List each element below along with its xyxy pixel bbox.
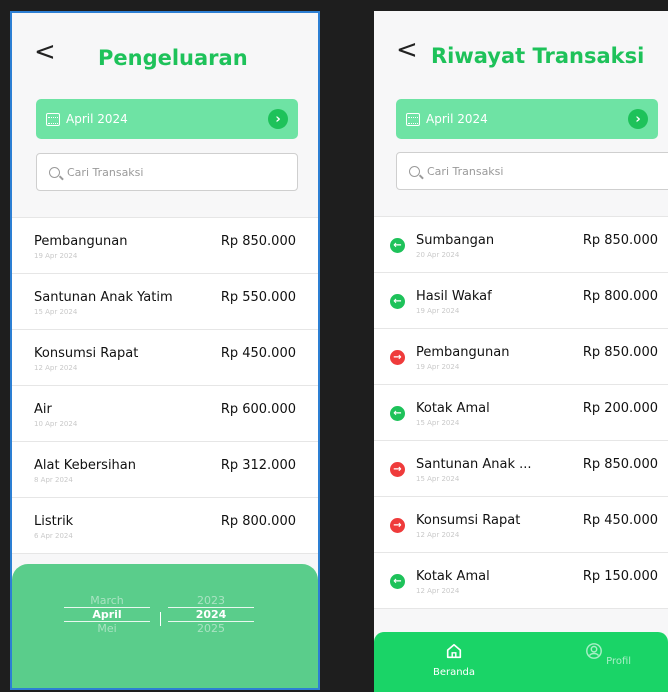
- arrow-right-icon: →: [390, 350, 405, 365]
- picker-month-next[interactable]: Mei: [64, 622, 150, 635]
- item-date: 19 Apr 2024: [416, 363, 460, 371]
- month-selector[interactable]: April 2024 ›: [36, 99, 298, 139]
- item-amount: Rp 850.000: [582, 233, 658, 248]
- list-item[interactable]: ← Hasil Wakaf 19 Apr 2024 Rp 800.000: [374, 273, 668, 329]
- search-icon: [409, 165, 420, 177]
- item-date: 10 Apr 2024: [34, 420, 78, 428]
- item-name: Sumbangan: [416, 233, 495, 248]
- month-wheel[interactable]: March April Mei: [64, 594, 150, 635]
- item-date: 15 Apr 2024: [34, 308, 78, 316]
- nav-label: Profil: [606, 656, 632, 667]
- page-title: Pengeluaran: [98, 46, 248, 70]
- list-item[interactable]: ← Sumbangan 20 Apr 2024 Rp 850.000: [374, 217, 668, 273]
- chevron-right-icon[interactable]: ›: [268, 109, 288, 129]
- nav-beranda[interactable]: Beranda: [424, 642, 484, 678]
- back-button[interactable]: <: [34, 39, 56, 65]
- back-button[interactable]: <: [396, 37, 418, 63]
- item-amount: Rp 850.000: [582, 345, 658, 360]
- expenses-screen: < Pengeluaran April 2024 › Cari Transaks…: [10, 11, 320, 690]
- item-name: Alat Kebersihan: [34, 458, 137, 473]
- picker-month-prev[interactable]: March: [64, 594, 150, 607]
- month-year-picker[interactable]: March April Mei 2023 2024 2025: [12, 564, 318, 688]
- item-name: Pembangunan: [34, 234, 128, 249]
- list-item[interactable]: ← Kotak Amal 15 Apr 2024 Rp 200.000: [374, 385, 668, 441]
- picker-year-next[interactable]: 2025: [168, 622, 254, 635]
- item-date: 19 Apr 2024: [416, 307, 460, 315]
- screen-stage: < Pengeluaran April 2024 › Cari Transaks…: [0, 0, 668, 692]
- item-date: 15 Apr 2024: [416, 475, 460, 483]
- item-amount: Rp 450.000: [582, 513, 658, 528]
- expense-list: Pembangunan 19 Apr 2024 Rp 850.000 Santunan…: [12, 217, 318, 554]
- list-item[interactable]: Pembangunan 19 Apr 2024 Rp 850.000: [12, 218, 318, 274]
- search-icon: [49, 166, 60, 178]
- item-date: 12 Apr 2024: [34, 364, 78, 372]
- arrow-right-icon: →: [390, 462, 405, 477]
- list-item[interactable]: ← Kotak Amal 12 Apr 2024 Rp 150.000: [374, 553, 668, 609]
- item-name: Kotak Amal: [416, 401, 490, 416]
- item-amount: Rp 800.000: [582, 289, 658, 304]
- list-item[interactable]: Santunan Anak Yatim 15 Apr 2024 Rp 550.000: [12, 274, 318, 330]
- arrow-right-icon: →: [390, 518, 405, 533]
- arrow-left-icon: ←: [390, 238, 405, 253]
- item-amount: Rp 600.000: [220, 402, 296, 417]
- picker-year-prev[interactable]: 2023: [168, 594, 254, 607]
- list-item[interactable]: Listrik 6 Apr 2024 Rp 800.000: [12, 498, 318, 554]
- home-icon: [446, 643, 462, 659]
- item-date: 8 Apr 2024: [34, 476, 73, 484]
- calendar-icon: [46, 112, 60, 126]
- item-amount: Rp 850.000: [220, 234, 296, 249]
- item-amount: Rp 850.000: [582, 457, 658, 472]
- search-placeholder: Cari Transaksi: [427, 164, 504, 178]
- bottom-nav: Beranda Profil: [374, 632, 668, 692]
- item-amount: Rp 450.000: [220, 346, 296, 361]
- month-selector[interactable]: April 2024 ›: [396, 99, 658, 139]
- transaction-history-screen: < Riwayat Transaksi April 2024 › Cari Tr…: [374, 11, 668, 692]
- list-item[interactable]: → Konsumsi Rapat 12 Apr 2024 Rp 450.000: [374, 497, 668, 553]
- item-name: Santunan Anak Yatim: [34, 290, 173, 305]
- list-item[interactable]: Konsumsi Rapat 12 Apr 2024 Rp 450.000: [12, 330, 318, 386]
- picker-year-selected[interactable]: 2024: [168, 607, 254, 622]
- search-input[interactable]: Cari Transaksi: [396, 152, 668, 190]
- item-date: 6 Apr 2024: [34, 532, 73, 540]
- nav-label: Beranda: [432, 667, 476, 678]
- item-name: Kotak Amal: [416, 569, 490, 584]
- picker-month-selected[interactable]: April: [64, 607, 150, 622]
- item-date: 15 Apr 2024: [416, 419, 460, 427]
- item-amount: Rp 800.000: [220, 514, 296, 529]
- item-date: 20 Apr 2024: [416, 251, 460, 259]
- item-date: 12 Apr 2024: [416, 531, 460, 539]
- item-date: 19 Apr 2024: [34, 252, 78, 260]
- item-amount: Rp 200.000: [582, 401, 658, 416]
- item-name: Listrik: [34, 514, 74, 529]
- year-wheel[interactable]: 2023 2024 2025: [168, 594, 254, 635]
- list-item[interactable]: Air 10 Apr 2024 Rp 600.000: [12, 386, 318, 442]
- item-amount: Rp 550.000: [220, 290, 296, 305]
- item-amount: Rp 312.000: [220, 458, 296, 473]
- nav-profil[interactable]: Profil: [578, 642, 638, 667]
- item-name: Konsumsi Rapat: [416, 513, 521, 528]
- arrow-left-icon: ←: [390, 406, 405, 421]
- month-label: April 2024: [426, 112, 488, 126]
- item-name: Air: [34, 402, 52, 417]
- page-title: Riwayat Transaksi: [431, 44, 645, 68]
- item-name: Pembangunan: [416, 345, 510, 360]
- picker-divider: [160, 612, 161, 626]
- item-amount: Rp 150.000: [582, 569, 658, 584]
- item-name: Hasil Wakaf: [416, 289, 492, 304]
- item-date: 12 Apr 2024: [416, 587, 460, 595]
- search-placeholder: Cari Transaksi: [67, 165, 144, 179]
- user-icon: [586, 643, 602, 659]
- item-name: Santunan Anak ...: [416, 457, 532, 472]
- transaction-list: ← Sumbangan 20 Apr 2024 Rp 850.000 ← Hasil Wa…: [374, 216, 668, 609]
- list-item[interactable]: → Pembangunan 19 Apr 2024 Rp 850.000: [374, 329, 668, 385]
- calendar-icon: [406, 112, 420, 126]
- list-item[interactable]: Alat Kebersihan 8 Apr 2024 Rp 312.000: [12, 442, 318, 498]
- chevron-right-icon[interactable]: ›: [628, 109, 648, 129]
- month-label: April 2024: [66, 112, 128, 126]
- arrow-left-icon: ←: [390, 294, 405, 309]
- item-name: Konsumsi Rapat: [34, 346, 139, 361]
- list-item[interactable]: → Santunan Anak ... 15 Apr 2024 Rp 850.000: [374, 441, 668, 497]
- search-input[interactable]: Cari Transaksi: [36, 153, 298, 191]
- arrow-left-icon: ←: [390, 574, 405, 589]
